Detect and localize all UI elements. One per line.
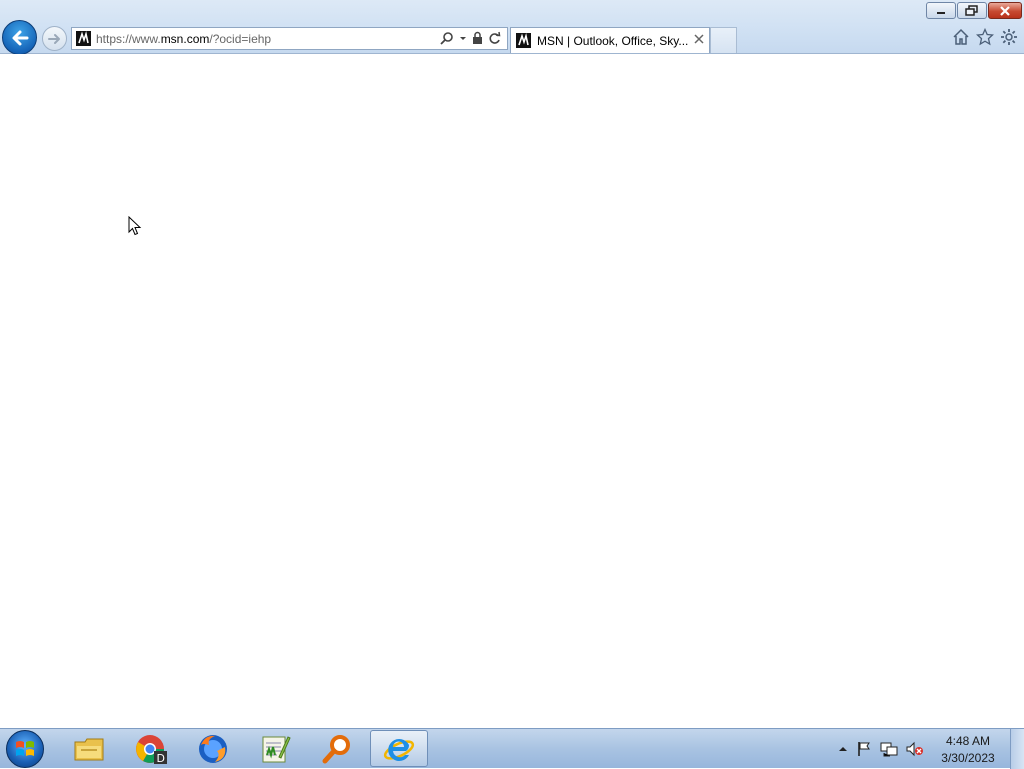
taskbar-notepad-plus-plus[interactable] [246, 730, 304, 767]
forward-button[interactable] [42, 26, 67, 51]
clock-time: 4:48 AM [945, 734, 991, 748]
forward-arrow-icon [47, 33, 60, 44]
address-bar[interactable]: https://www.msn.com/?ocid=iehp [71, 27, 508, 50]
search-icon[interactable] [440, 31, 454, 45]
restore-icon [965, 4, 978, 16]
taskbar-internet-explorer[interactable] [370, 730, 428, 767]
firefox-icon [199, 734, 227, 763]
notepad-plus-plus-icon [262, 735, 291, 762]
address-tools [440, 31, 501, 45]
chrome-icon: D [136, 734, 167, 765]
address-url[interactable]: https://www.msn.com/?ocid=iehp [96, 32, 271, 46]
taskbar-search-app[interactable] [308, 730, 366, 767]
close-icon [1000, 5, 1010, 16]
tab-msn[interactable]: MSN | Outlook, Office, Sky... [510, 27, 710, 53]
taskbar-firefox[interactable] [184, 730, 242, 767]
restore-button[interactable] [957, 2, 987, 19]
windows-logo-icon [16, 741, 34, 756]
new-tab-button[interactable] [710, 27, 737, 53]
action-center-flag-icon[interactable] [856, 741, 872, 757]
minimize-icon [937, 11, 945, 14]
page-content[interactable] [0, 54, 1024, 728]
favorites-star-icon[interactable] [976, 28, 994, 46]
folder-icon [74, 738, 104, 760]
taskbar-file-explorer[interactable] [60, 730, 118, 767]
msn-favicon-icon [76, 31, 91, 46]
lock-icon[interactable] [472, 31, 483, 45]
minimize-button[interactable] [926, 2, 956, 19]
volume-muted-icon[interactable] [906, 741, 924, 757]
settings-gear-icon[interactable] [1000, 28, 1018, 46]
show-hidden-icons-icon[interactable] [838, 744, 848, 754]
taskbar-clock[interactable]: 4:48 AM 3/30/2023 [938, 733, 998, 767]
back-button[interactable] [2, 20, 37, 55]
back-arrow-icon [12, 30, 28, 45]
browser-chrome: https://www.msn.com/?ocid=iehp MSN | Out… [0, 0, 1024, 55]
home-icon[interactable] [952, 28, 970, 46]
tab-close-icon[interactable] [693, 33, 705, 45]
taskbar: D 4:48 AM 3/30/2023 [0, 728, 1024, 769]
dropdown-chevron-icon[interactable] [459, 31, 467, 45]
network-icon[interactable] [880, 741, 898, 757]
taskbar-chrome[interactable]: D [122, 730, 180, 767]
browser-toolbar-icons [952, 28, 1018, 46]
mouse-cursor-icon [128, 216, 142, 236]
show-desktop-button[interactable] [1010, 729, 1024, 769]
window-controls [926, 2, 1022, 20]
close-button[interactable] [988, 2, 1022, 19]
start-button[interactable] [6, 730, 44, 768]
magnifier-icon [322, 734, 350, 763]
clock-date: 3/30/2023 [941, 751, 995, 765]
msn-tab-favicon-icon [516, 33, 531, 48]
internet-explorer-icon [383, 738, 415, 761]
tab-title: MSN | Outlook, Office, Sky... [537, 34, 689, 48]
refresh-icon[interactable] [488, 31, 501, 45]
svg-text:D: D [157, 752, 165, 765]
